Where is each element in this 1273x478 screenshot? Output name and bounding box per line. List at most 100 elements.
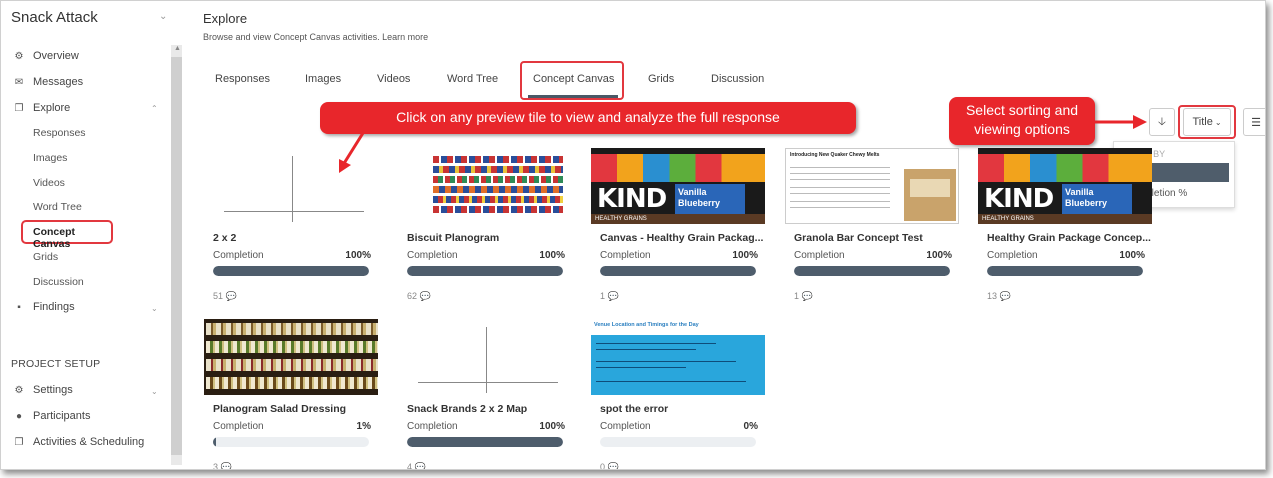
sidebar-item-overview[interactable]: ⚙ Overview xyxy=(13,50,79,62)
card-title: Granola Bar Concept Test xyxy=(794,232,923,244)
progress-bar xyxy=(213,266,369,276)
canvas-card[interactable]: Venue Location and Timings for the Day s… xyxy=(588,319,766,470)
text-line xyxy=(596,349,696,350)
comment-count[interactable]: 13 💬 xyxy=(987,291,1011,302)
sidebar-subitem-discussion[interactable]: Discussion xyxy=(33,276,84,288)
comment-icon: 💬 xyxy=(607,462,619,470)
chevron-down-icon[interactable]: ⌄ xyxy=(151,387,158,396)
comment-count[interactable]: 1 💬 xyxy=(794,291,813,302)
completion-label: Completion xyxy=(407,250,458,261)
project-name[interactable]: Snack Attack xyxy=(11,9,98,26)
chevron-down-icon[interactable]: ⌄ xyxy=(151,304,158,313)
sidebar-item-settings[interactable]: ⚙ Settings xyxy=(13,384,73,396)
tab-word-tree[interactable]: Word Tree xyxy=(447,73,498,85)
sidebar-subitem-concept-canvas[interactable]: Concept Canvas xyxy=(21,220,113,250)
comment-icon: 💬 xyxy=(225,291,237,301)
tab-discussion[interactable]: Discussion xyxy=(711,73,764,85)
scrollbar-thumb[interactable] xyxy=(171,57,182,455)
text-line xyxy=(596,381,746,382)
sidebar-subitem-images[interactable]: Images xyxy=(33,152,67,164)
comment-count[interactable]: 62 💬 xyxy=(407,291,431,302)
sidebar-item-activities[interactable]: ❐ Activities & Scheduling xyxy=(13,436,145,448)
comment-count-value: 62 xyxy=(407,291,418,301)
comment-count[interactable]: 4 💬 xyxy=(407,462,426,470)
completion-label: Completion xyxy=(213,250,264,261)
tab-videos[interactable]: Videos xyxy=(377,73,410,85)
completion-label: Completion xyxy=(794,250,845,261)
arrow-down-icon: 🡣 xyxy=(1158,115,1166,128)
document-title: Introducing New Quaker Chewy Melts xyxy=(790,152,880,158)
sidebar-item-messages[interactable]: ✉ Messages xyxy=(13,76,83,88)
canvas-card[interactable]: KIND Vanilla Blueberry HEALTHY GRAINS He… xyxy=(975,148,1153,304)
canvas-card[interactable]: Introducing New Quaker Chewy Melts Grano… xyxy=(782,148,960,304)
card-thumbnail[interactable] xyxy=(398,319,572,395)
comment-count[interactable]: 51 💬 xyxy=(213,291,237,302)
canvas-card[interactable]: Snack Brands 2 x 2 Map Completion 100% 4… xyxy=(395,319,573,470)
sidebar-subitem-grids[interactable]: Grids xyxy=(33,251,58,263)
comment-count-value: 4 xyxy=(407,462,413,470)
view-toggle-button[interactable]: ☰ xyxy=(1243,108,1265,136)
text-line xyxy=(790,173,890,174)
text-line xyxy=(790,179,890,180)
progress-bar xyxy=(794,266,950,276)
card-thumbnail[interactable] xyxy=(204,319,378,395)
sidebar: Snack Attack ⌄ ⚙ Overview ✉ Messages ❐ E… xyxy=(1,1,183,469)
page-title: Explore xyxy=(203,11,248,26)
sidebar-item-participants[interactable]: ● Participants xyxy=(13,410,91,422)
chevron-down-icon[interactable]: ⌄ xyxy=(159,11,167,22)
scroll-up-icon[interactable]: ▲ xyxy=(174,45,181,52)
text-line xyxy=(790,207,890,208)
card-title: Healthy Grain Package Concep... xyxy=(987,232,1151,244)
progress-fill xyxy=(987,266,1143,276)
copy-icon: ❐ xyxy=(14,102,24,114)
text-line xyxy=(790,167,890,168)
brand-logo: KIND xyxy=(984,184,1054,214)
completion-label: Completion xyxy=(600,421,651,432)
card-title: 2 x 2 xyxy=(213,232,237,244)
page-subtitle: Browse and view Concept Canvas activitie… xyxy=(203,32,429,42)
axis-line xyxy=(224,211,364,212)
sidebar-subitem-responses[interactable]: Responses xyxy=(33,127,86,139)
product-tagline: HEALTHY GRAINS xyxy=(591,214,765,224)
completion-label: Completion xyxy=(213,421,264,432)
card-thumbnail[interactable] xyxy=(398,148,572,224)
shelf-row xyxy=(433,176,563,183)
tab-responses[interactable]: Responses xyxy=(215,73,270,85)
shelf-row xyxy=(433,186,563,193)
card-title: Snack Brands 2 x 2 Map xyxy=(407,403,528,415)
shelf-row xyxy=(433,196,563,203)
comment-count[interactable]: 3 💬 xyxy=(213,462,232,469)
sidebar-scrollbar[interactable] xyxy=(171,45,182,465)
progress-bar xyxy=(213,437,369,447)
card-thumbnail[interactable]: Venue Location and Timings for the Day xyxy=(591,319,765,395)
sidebar-subitem-videos[interactable]: Videos xyxy=(33,177,65,189)
shelf-row xyxy=(206,341,378,353)
sidebar-subitem-word-tree[interactable]: Word Tree xyxy=(33,201,82,213)
text-line xyxy=(596,343,716,344)
card-thumbnail[interactable]: KIND Vanilla Blueberry HEALTHY GRAINS xyxy=(591,148,765,224)
tab-images[interactable]: Images xyxy=(305,73,341,85)
canvas-card[interactable]: Biscuit Planogram Completion 100% 62 💬 xyxy=(395,148,573,304)
user-icon: ● xyxy=(15,410,23,422)
callout-arrow xyxy=(339,132,365,173)
progress-bar xyxy=(600,437,756,447)
completion-value: 100% xyxy=(539,421,565,432)
chevron-up-icon[interactable]: ⌃ xyxy=(151,104,158,113)
comment-count[interactable]: 1 💬 xyxy=(600,291,619,302)
annotation-callout-sorting: Select sorting and viewing options xyxy=(949,97,1095,145)
canvas-card[interactable]: KIND Vanilla Blueberry HEALTHY GRAINS Ca… xyxy=(588,148,766,304)
bar-chart-icon: ▪ xyxy=(17,301,21,313)
text-line xyxy=(596,367,686,368)
card-title: Biscuit Planogram xyxy=(407,232,500,244)
gear-icon: ⚙ xyxy=(14,384,24,396)
card-thumbnail[interactable]: Introducing New Quaker Chewy Melts xyxy=(785,148,959,224)
sort-dropdown[interactable]: Title ⌄ xyxy=(1183,108,1231,136)
canvas-card[interactable]: Planogram Salad Dressing Completion 1% 3… xyxy=(201,319,379,469)
comment-count[interactable]: 0 💬 xyxy=(600,462,619,470)
card-thumbnail[interactable]: KIND Vanilla Blueberry HEALTHY GRAINS xyxy=(978,148,1152,224)
sidebar-item-explore[interactable]: ❐ Explore xyxy=(13,102,71,114)
sidebar-item-label: Findings xyxy=(33,301,75,313)
tab-concept-canvas[interactable]: Concept Canvas xyxy=(533,73,614,85)
sidebar-item-findings[interactable]: ▪ Findings xyxy=(13,301,75,313)
tab-grids[interactable]: Grids xyxy=(648,73,674,85)
